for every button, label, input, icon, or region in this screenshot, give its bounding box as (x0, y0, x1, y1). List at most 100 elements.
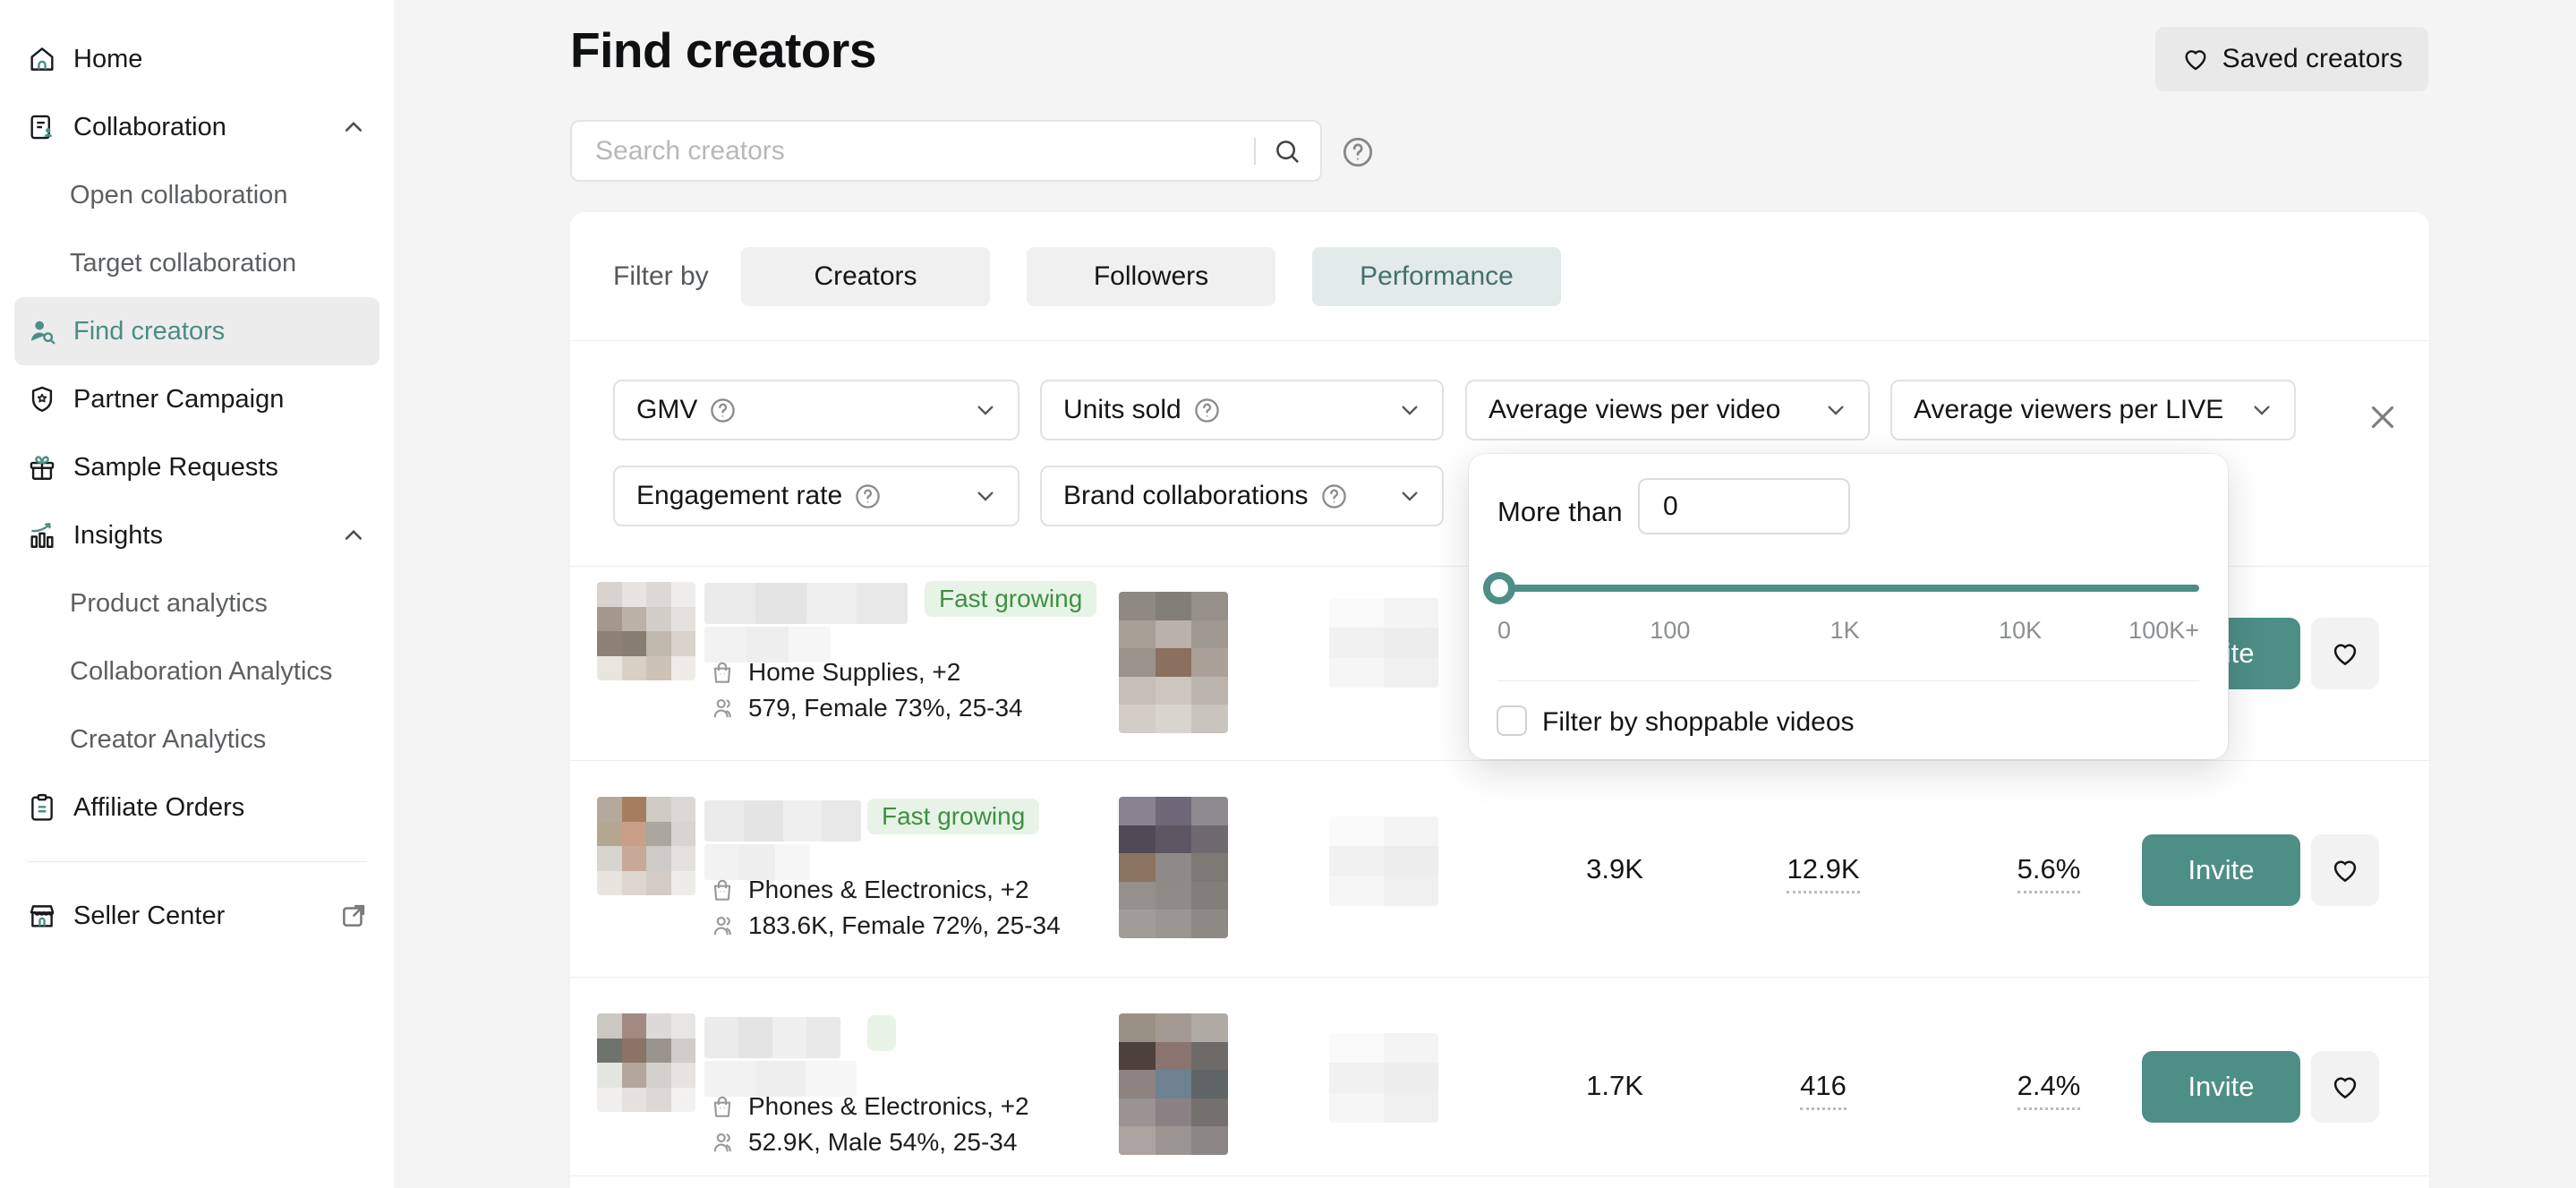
store-icon (27, 901, 57, 931)
creator-avatar[interactable] (597, 582, 695, 680)
video-thumbnail-faded[interactable] (1329, 816, 1438, 906)
redacted-name-bar (704, 844, 810, 880)
shoppable-videos-label: Filter by shoppable videos (1542, 707, 1855, 738)
slider-handle[interactable] (1483, 572, 1515, 604)
tab-performance[interactable]: Performance (1312, 247, 1561, 306)
question-circle-icon[interactable] (853, 482, 883, 511)
chevron-down-icon (1395, 396, 1424, 424)
average-views-per-video-dropdown[interactable]: Average views per video (1465, 380, 1870, 440)
video-thumbnail[interactable] (1119, 797, 1228, 938)
shoppable-videos-checkbox[interactable] (1497, 705, 1527, 736)
chevron-down-icon (971, 482, 1000, 510)
dropdown-label: GMV (636, 395, 697, 425)
audience-label: 183.6K, Female 72%, 25-34 (748, 911, 1061, 940)
collaboration-icon (27, 112, 57, 142)
search-box (570, 120, 1322, 182)
favorite-button[interactable] (2311, 1051, 2379, 1123)
heart-icon (2330, 855, 2360, 885)
average-views-filter-popup: More than 0 100 1K 10K 100K+ Filter by s… (1469, 454, 2228, 759)
sidebar-item-label: Home (73, 45, 142, 74)
sidebar-item-label: Creator Analytics (70, 725, 266, 755)
question-circle-icon[interactable] (1192, 396, 1222, 425)
sidebar-item-collaboration[interactable]: Collaboration (0, 93, 394, 161)
search-divider (1254, 138, 1256, 165)
chevron-up-icon[interactable] (338, 112, 369, 142)
question-circle-icon[interactable] (1319, 482, 1349, 511)
slider-tick-labels: 0 100 1K 10K 100K+ (1497, 617, 2199, 647)
person-icon (709, 695, 736, 722)
badge-label: Fast growing (882, 802, 1025, 831)
sidebar-item-home[interactable]: Home (0, 25, 394, 93)
tick-label: 100 (1650, 617, 1690, 645)
redacted-name-bar (704, 800, 861, 842)
sidebar-item-find-creators[interactable]: Find creators (14, 297, 380, 365)
sidebar-item-creator-analytics[interactable]: Creator Analytics (0, 705, 394, 773)
sidebar-item-label: Affiliate Orders (73, 793, 244, 823)
creator-name-redacted (704, 1017, 857, 1097)
sidebar-item-open-collaboration[interactable]: Open collaboration (0, 161, 394, 229)
sidebar-item-label: Sample Requests (73, 453, 278, 483)
close-filters-button[interactable] (2364, 398, 2401, 436)
video-thumbnail-faded[interactable] (1329, 1033, 1438, 1123)
range-slider[interactable] (1497, 585, 2199, 592)
shopping-bag-icon (709, 1093, 736, 1120)
creator-category: Phones & Electronics, +2 (709, 1092, 1029, 1121)
shopping-bag-icon (709, 659, 736, 686)
page-title: Find creators (570, 21, 876, 79)
invite-button[interactable]: Invite (2142, 1051, 2300, 1123)
sidebar-item-product-analytics[interactable]: Product analytics (0, 569, 394, 637)
chevron-down-icon (1821, 396, 1850, 424)
video-thumbnail[interactable] (1119, 592, 1228, 733)
min-value-input[interactable] (1638, 478, 1850, 534)
average-viewers-per-live-dropdown[interactable]: Average viewers per LIVE (1890, 380, 2296, 440)
sidebar-item-seller-center[interactable]: Seller Center (0, 882, 394, 950)
engagement-rate-dropdown[interactable]: Engagement rate (613, 466, 1019, 526)
fast-growing-badge: Fast growing (867, 799, 1039, 834)
sidebar-item-sample-requests[interactable]: Sample Requests (0, 433, 394, 501)
question-circle-icon[interactable] (708, 396, 738, 425)
creator-name-redacted (704, 583, 908, 662)
tick-label: 10K (1999, 617, 2042, 645)
tick-label: 1K (1830, 617, 1860, 645)
sidebar-divider (27, 861, 367, 862)
heart-icon (2330, 638, 2360, 669)
sidebar-item-affiliate-orders[interactable]: Affiliate Orders (0, 773, 394, 842)
tick-label: 100K+ (2128, 617, 2199, 645)
sidebar-item-target-collaboration[interactable]: Target collaboration (0, 229, 394, 297)
sidebar-item-collaboration-analytics[interactable]: Collaboration Analytics (0, 637, 394, 705)
favorite-button[interactable] (2311, 834, 2379, 906)
external-link-icon (338, 901, 369, 931)
filter-tabs-row: Filter by Creators Followers Performance (570, 212, 2429, 341)
search-input[interactable] (595, 136, 1254, 167)
favorite-button[interactable] (2311, 618, 2379, 689)
fast-growing-badge (867, 1015, 896, 1051)
saved-creators-button[interactable]: Saved creators (2155, 27, 2428, 91)
chevron-up-icon[interactable] (338, 520, 369, 551)
video-thumbnail[interactable] (1119, 1013, 1228, 1155)
creator-avatar[interactable] (597, 1013, 695, 1112)
dropdown-label: Units sold (1063, 395, 1181, 425)
brand-collaborations-dropdown[interactable]: Brand collaborations (1040, 466, 1444, 526)
creator-avatar[interactable] (597, 797, 695, 895)
tab-followers[interactable]: Followers (1027, 247, 1275, 306)
creator-row: Fast growing Phones & Electronics, +2 18… (570, 761, 2429, 978)
avg-viewers-value: 416 (1725, 1070, 1922, 1102)
dropdown-label: Brand collaborations (1063, 481, 1309, 511)
creator-audience: 52.9K, Male 54%, 25-34 (709, 1128, 1017, 1157)
tab-creators[interactable]: Creators (741, 247, 990, 306)
tab-label: Performance (1360, 261, 1514, 292)
search-icon[interactable] (1272, 136, 1302, 167)
sidebar: Home Collaboration Open collaboration Ta… (0, 0, 394, 1188)
shield-icon (27, 384, 57, 415)
help-icon[interactable] (1340, 134, 1376, 170)
video-thumbnail-faded[interactable] (1329, 598, 1438, 688)
sidebar-item-label: Collaboration (73, 113, 226, 142)
engagement-value: 2.4% (1950, 1070, 2147, 1102)
invite-button[interactable]: Invite (2142, 834, 2300, 906)
sidebar-item-insights[interactable]: Insights (0, 501, 394, 569)
sidebar-item-label: Open collaboration (70, 181, 287, 210)
gmv-dropdown[interactable]: GMV (613, 380, 1019, 440)
units-sold-dropdown[interactable]: Units sold (1040, 380, 1444, 440)
sidebar-item-partner-campaign[interactable]: Partner Campaign (0, 365, 394, 433)
redacted-name-bar (704, 1017, 840, 1058)
